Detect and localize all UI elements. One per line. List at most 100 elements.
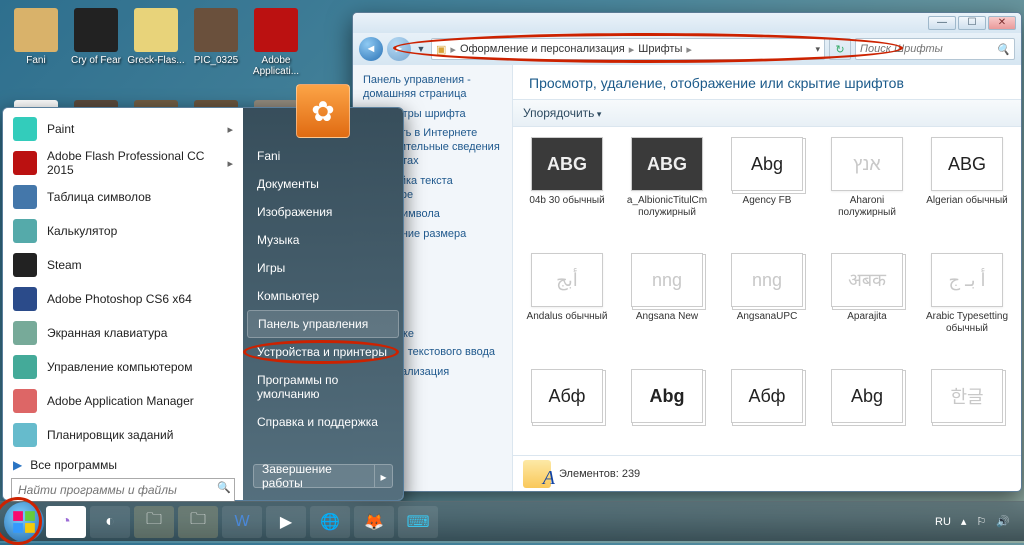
search-icon: 🔍 [996, 43, 1010, 56]
font-preview: אנץ [831, 137, 903, 191]
sidebar-cp-home[interactable]: Панель управления - домашняя страница [363, 73, 502, 102]
tray-up-icon[interactable]: ▴ [961, 515, 967, 528]
shutdown-button[interactable]: Завершение работы ▸ [253, 464, 393, 488]
font-name-label: a_AlbionicTitulCm полужирный [622, 195, 712, 219]
task-item[interactable]: ◔ [46, 506, 86, 538]
task-item[interactable]: W [222, 506, 262, 538]
tray-flag-icon[interactable]: ⚐ [976, 515, 986, 528]
font-item[interactable]: nng Angsana New [619, 253, 715, 363]
start-app-item[interactable]: Калькулятор [3, 214, 243, 248]
start-right-link[interactable]: Компьютер [243, 282, 403, 310]
task-item[interactable]: ⌨ [398, 506, 438, 538]
font-item[interactable]: ABG Algerian обычный [919, 137, 1015, 247]
start-app-label: Adobe Flash Professional CC 2015 [47, 149, 227, 177]
start-app-item[interactable]: Steam [3, 248, 243, 282]
close-button[interactable]: ✕ [988, 16, 1016, 30]
start-right-link[interactable]: Панель управления [247, 310, 399, 338]
font-name-label: Andalus обычный [527, 311, 608, 323]
start-app-item[interactable]: Adobe Application Manager [3, 384, 243, 418]
start-right-link[interactable]: Музыка [243, 226, 403, 254]
font-preview: Абф [731, 369, 803, 423]
start-app-item[interactable]: Планировщик заданий [3, 418, 243, 452]
start-app-item[interactable]: Таблица символов [3, 180, 243, 214]
page-title: Просмотр, удаление, отображение или скры… [513, 65, 1021, 99]
start-app-label: Steam [47, 258, 82, 272]
desktop-icon[interactable]: Adobe Applicati... [246, 8, 306, 77]
maximize-button[interactable]: ☐ [958, 16, 986, 30]
font-item[interactable]: Абф [519, 369, 615, 455]
font-item[interactable]: Abg [819, 369, 915, 455]
user-avatar[interactable]: ✿ [296, 84, 350, 138]
start-app-label: Таблица символов [47, 190, 151, 204]
start-search[interactable]: 🔍 [11, 478, 235, 502]
start-right-link[interactable]: Изображения [243, 198, 403, 226]
font-item[interactable]: ABG 04b 30 обычный [519, 137, 615, 247]
font-name-label: Angsana New [636, 311, 698, 323]
start-app-label: Планировщик заданий [47, 428, 173, 442]
start-app-item[interactable]: Adobe Photoshop CS6 x64 [3, 282, 243, 316]
font-preview: Абф [531, 369, 603, 423]
font-item[interactable]: 한글 [919, 369, 1015, 455]
start-right-link[interactable]: Справка и поддержка [243, 408, 403, 436]
explorer-window: — ☐ ✕ ◄ ► ▼ ▣ ▸ Оформление и персонализа… [352, 12, 1022, 492]
task-item[interactable]: ▶ [266, 506, 306, 538]
start-app-item[interactable]: Экранная клавиатура [3, 316, 243, 350]
all-programs[interactable]: ▶ Все программы [3, 458, 243, 472]
task-item[interactable]: 🗀 [178, 506, 218, 538]
font-item[interactable]: Abg Agency FB [719, 137, 815, 247]
all-programs-label: Все программы [30, 458, 117, 472]
font-grid: ABG 04b 30 обычныйABG a_AlbionicTitulCm … [513, 127, 1021, 455]
font-name-label: Arabic Typesetting обычный [922, 311, 1012, 335]
font-preview: nng [631, 253, 703, 307]
font-preview: ABG [531, 137, 603, 191]
font-preview: أبج [531, 253, 603, 307]
font-name-label: Aparajita [847, 311, 886, 323]
task-item[interactable]: 🌐 [310, 506, 350, 538]
font-preview: nng [731, 253, 803, 307]
start-right-link[interactable]: Документы [243, 170, 403, 198]
task-item[interactable]: 🦊 [354, 506, 394, 538]
folder-font-icon [523, 460, 551, 488]
start-right-link[interactable]: Fani [243, 142, 403, 170]
font-name-label: AngsanaUPC [737, 311, 798, 323]
desktop-icon[interactable]: Fani [6, 8, 66, 66]
start-menu: Paint ▸ Adobe Flash Professional CC 2015… [2, 107, 404, 501]
font-item[interactable]: nng AngsanaUPC [719, 253, 815, 363]
tray-lang[interactable]: RU [935, 516, 951, 528]
font-item[interactable]: أ بـ ج Arabic Typesetting обычный [919, 253, 1015, 363]
font-name-label: Algerian обычный [926, 195, 1007, 207]
annotation-oval-breadcrumb [393, 33, 903, 63]
nav-back-button[interactable]: ◄ [359, 37, 383, 61]
font-item[interactable]: Abg [619, 369, 715, 455]
font-preview: Abg [731, 137, 803, 191]
tray-sound-icon[interactable]: 🔊 [996, 515, 1010, 528]
font-name-label: 04b 30 обычный [529, 195, 604, 207]
font-item[interactable]: אנץ Aharoni полужирный [819, 137, 915, 247]
status-count: Элементов: 239 [559, 468, 640, 480]
minimize-button[interactable]: — [928, 16, 956, 30]
font-preview: أ بـ ج [931, 253, 1003, 307]
desktop-icon[interactable]: PIC_0325 [186, 8, 246, 66]
font-item[interactable]: ABG a_AlbionicTitulCm полужирный [619, 137, 715, 247]
font-item[interactable]: अबक Aparajita [819, 253, 915, 363]
shutdown-menu-arrow[interactable]: ▸ [374, 465, 392, 487]
task-item[interactable]: 🗀 [134, 506, 174, 538]
taskbar: ◔ ◐ 🗀 🗀 W ▶ 🌐 🦊 ⌨ RU ▴ ⚐ 🔊 [0, 501, 1024, 541]
start-right-link[interactable]: Игры [243, 254, 403, 282]
start-search-input[interactable] [11, 478, 235, 502]
start-app-item[interactable]: Adobe Flash Professional CC 2015 ▸ [3, 146, 243, 180]
font-item[interactable]: أبج Andalus обычный [519, 253, 615, 363]
start-app-item[interactable]: Управление компьютером [3, 350, 243, 384]
start-app-item[interactable]: Paint ▸ [3, 112, 243, 146]
toolbar-sort[interactable]: Упорядочить [523, 106, 601, 120]
start-app-label: Калькулятор [47, 224, 117, 238]
font-item[interactable]: Абф [719, 369, 815, 455]
annotation-oval-controlpanel [243, 340, 399, 364]
desktop-icon[interactable]: Cry of Fear [66, 8, 126, 66]
font-preview: Abg [631, 369, 703, 423]
desktop-icon[interactable]: Greck-Flas... [126, 8, 186, 66]
start-right-link[interactable]: Программы по умолчанию [243, 366, 403, 408]
font-preview: 한글 [931, 369, 1003, 423]
task-item[interactable]: ◐ [90, 506, 130, 538]
font-preview: ABG [631, 137, 703, 191]
